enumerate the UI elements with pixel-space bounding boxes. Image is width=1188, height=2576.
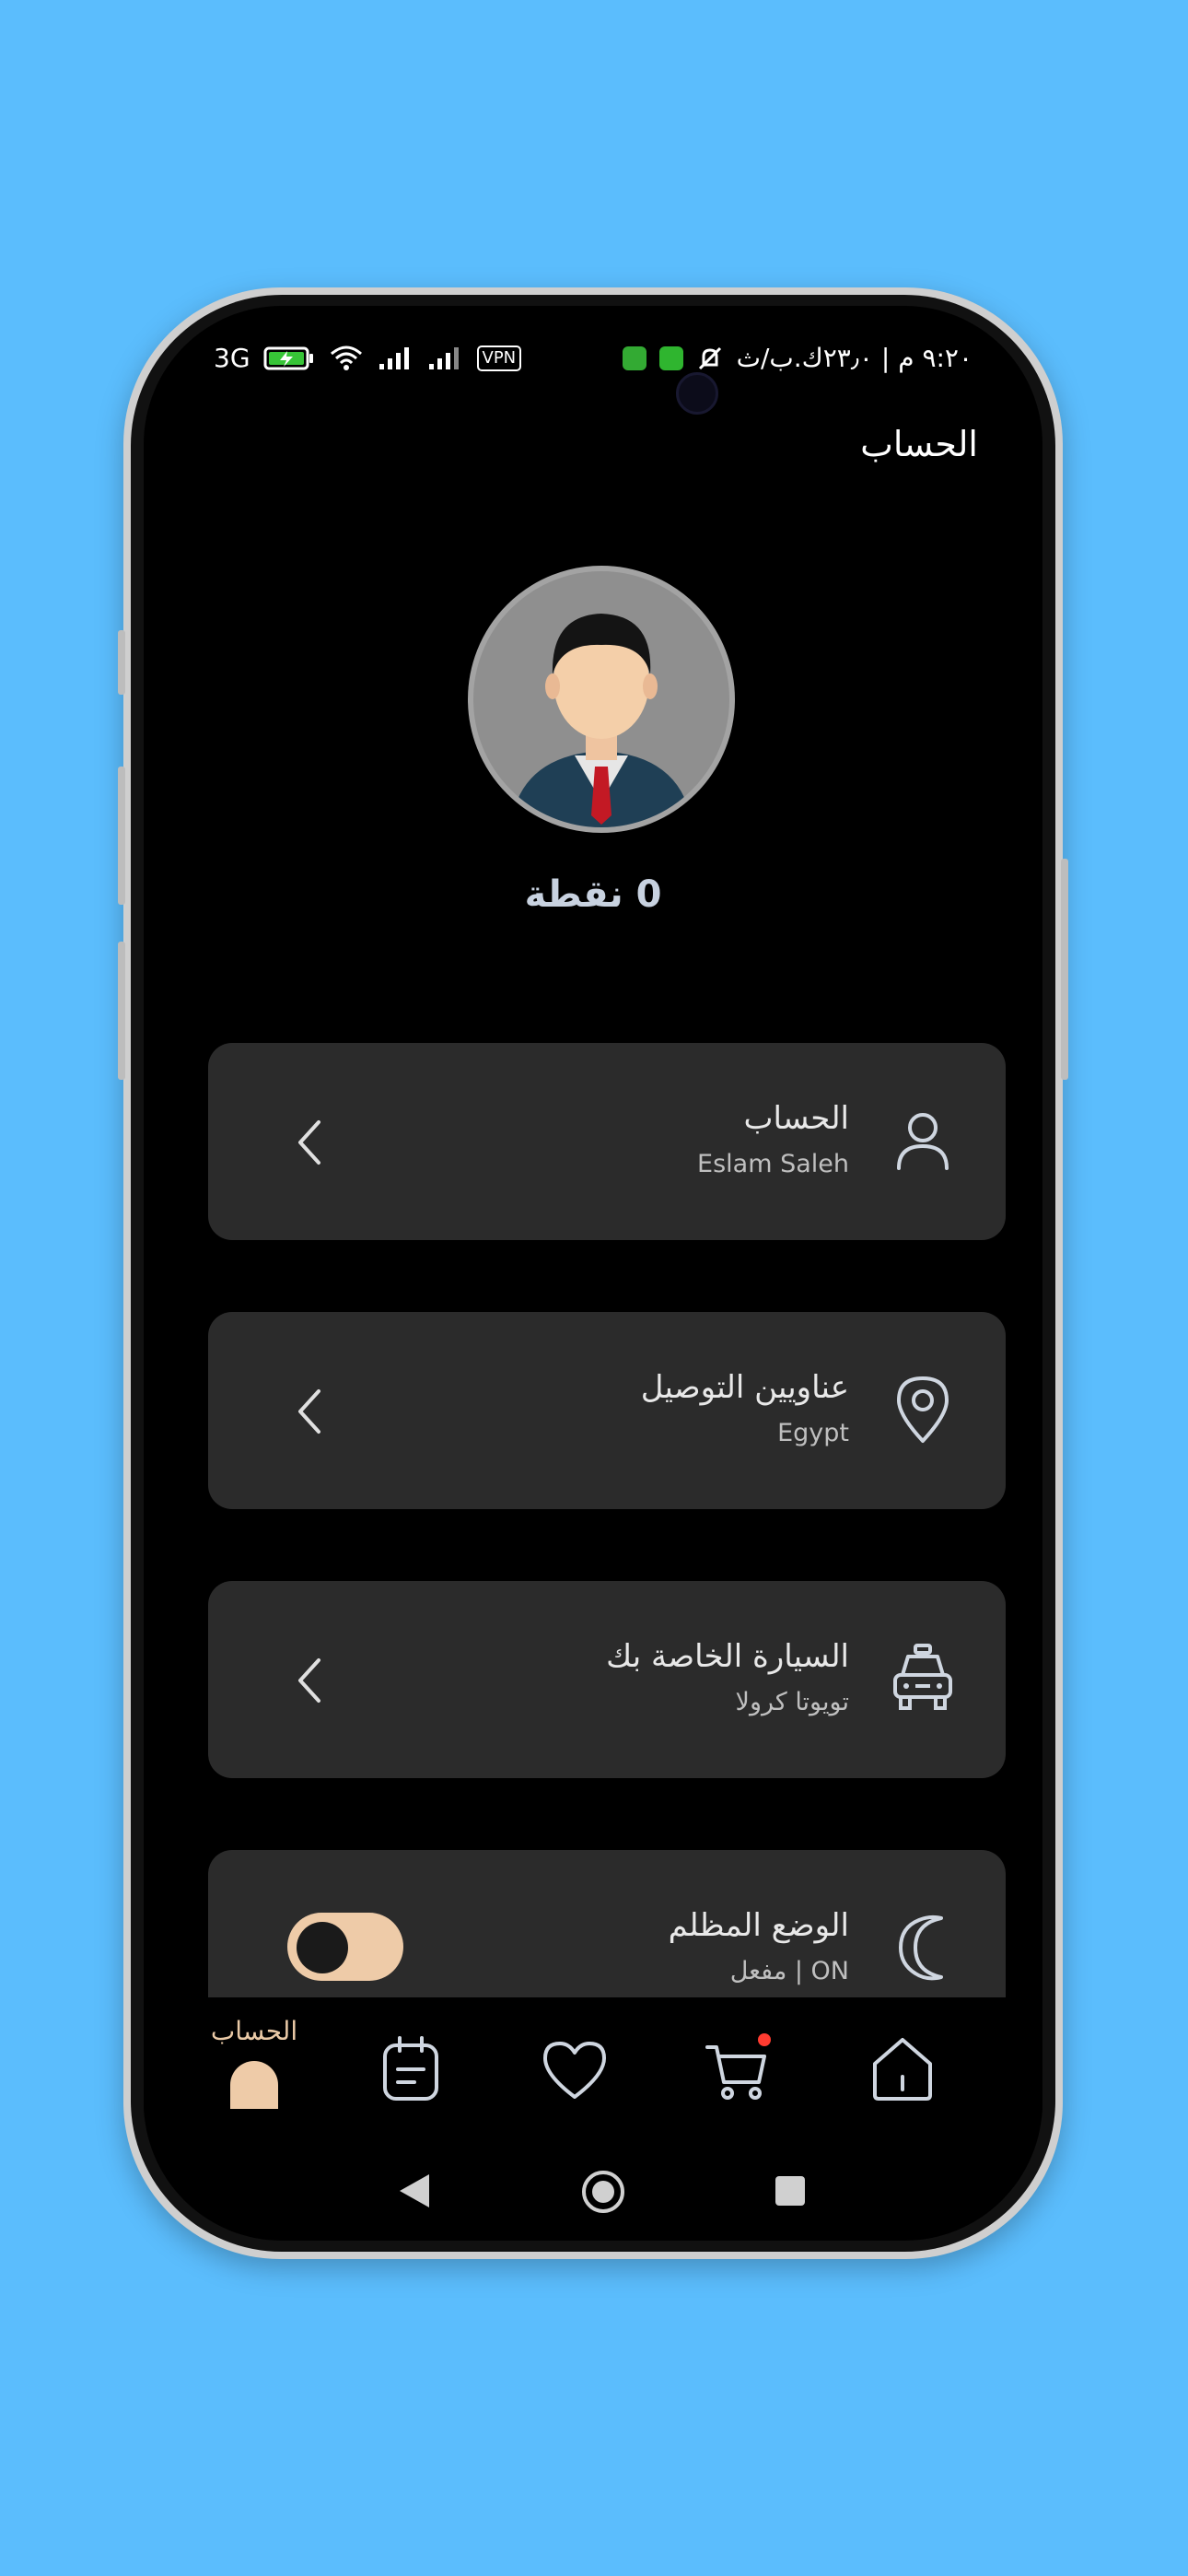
phone-frame: 3G VPN ٩:٢٠ م | ٢٣٫٠ك.ب/ث الحساب 0 نقطة …: [118, 287, 1068, 2259]
user-icon: [897, 1113, 949, 1170]
volume-down-button: [118, 942, 125, 1080]
card-subtitle: Egypt: [777, 1419, 849, 1447]
back-icon[interactable]: [396, 2171, 433, 2211]
page-title: الحساب: [860, 424, 978, 464]
clock-and-speed: ٩:٢٠ م | ٢٣٫٠ك.ب/ث: [736, 343, 973, 373]
chevron-left-icon[interactable]: [291, 1117, 328, 1168]
status-bar: 3G VPN ٩:٢٠ م | ٢٣٫٠ك.ب/ث: [144, 343, 1042, 380]
dark-mode-card[interactable]: الوضع المظلم ON | مفعل: [208, 1850, 1006, 1997]
signal-bars-icon: [379, 346, 409, 369]
heart-icon[interactable]: [538, 2032, 611, 2106]
taxi-car-icon: [893, 1644, 952, 1710]
silent-mode-icon: [698, 346, 721, 369]
mute-switch: [118, 630, 125, 695]
vpn-badge: VPN: [476, 345, 522, 371]
avatar[interactable]: [468, 566, 735, 833]
nav-item-account[interactable]: الحساب: [199, 2016, 309, 2109]
app-notification-icon: [622, 345, 646, 370]
network-type-label: 3G: [214, 343, 250, 373]
nav-label-account: الحساب: [210, 2016, 298, 2046]
home-icon[interactable]: [866, 2032, 939, 2106]
battery-charging-icon: [263, 346, 313, 369]
orders-icon[interactable]: [374, 2032, 448, 2106]
chevron-left-icon[interactable]: [291, 1655, 328, 1706]
app-screen: 3G VPN ٩:٢٠ م | ٢٣٫٠ك.ب/ث الحساب 0 نقطة …: [144, 306, 1042, 2241]
moon-icon: [899, 1914, 943, 1981]
your-car-card[interactable]: السيارة الخاصة بك تويوتا كرولا: [208, 1581, 1006, 1778]
home-circle-icon[interactable]: [580, 2169, 626, 2215]
recents-icon[interactable]: [774, 2174, 807, 2207]
chevron-left-icon[interactable]: [291, 1386, 328, 1437]
wifi-icon: [330, 345, 362, 370]
whatsapp-notification-icon: [658, 345, 683, 370]
card-subtitle: تويوتا كرولا: [735, 1688, 849, 1716]
points-label: 0 نقطة: [524, 873, 662, 916]
power-button: [1061, 859, 1068, 1080]
card-subtitle: Eslam Saleh: [697, 1150, 849, 1178]
location-pin-icon: [897, 1376, 949, 1443]
card-title: الحساب: [743, 1100, 849, 1137]
card-title: الوضع المظلم: [668, 1907, 849, 1944]
signal-bars-2-icon: [428, 346, 459, 369]
avatar-illustration: [510, 614, 693, 827]
cart-badge: [758, 2033, 771, 2046]
card-title: عناويين التوصيل: [640, 1369, 849, 1406]
front-camera: [676, 372, 718, 415]
dark-mode-toggle[interactable]: [287, 1913, 403, 1981]
toggle-knob: [297, 1922, 348, 1973]
cart-icon[interactable]: [702, 2032, 775, 2106]
active-indicator: [230, 2061, 278, 2109]
delivery-addresses-card[interactable]: عناويين التوصيل Egypt: [208, 1312, 1006, 1509]
volume-up-button: [118, 767, 125, 905]
bottom-navigation: الحساب: [144, 1997, 1042, 2117]
system-navigation: [144, 2149, 1042, 2231]
account-card[interactable]: الحساب Eslam Saleh: [208, 1043, 1006, 1240]
card-title: السيارة الخاصة بك: [606, 1638, 849, 1675]
card-subtitle: ON | مفعل: [729, 1957, 849, 1985]
